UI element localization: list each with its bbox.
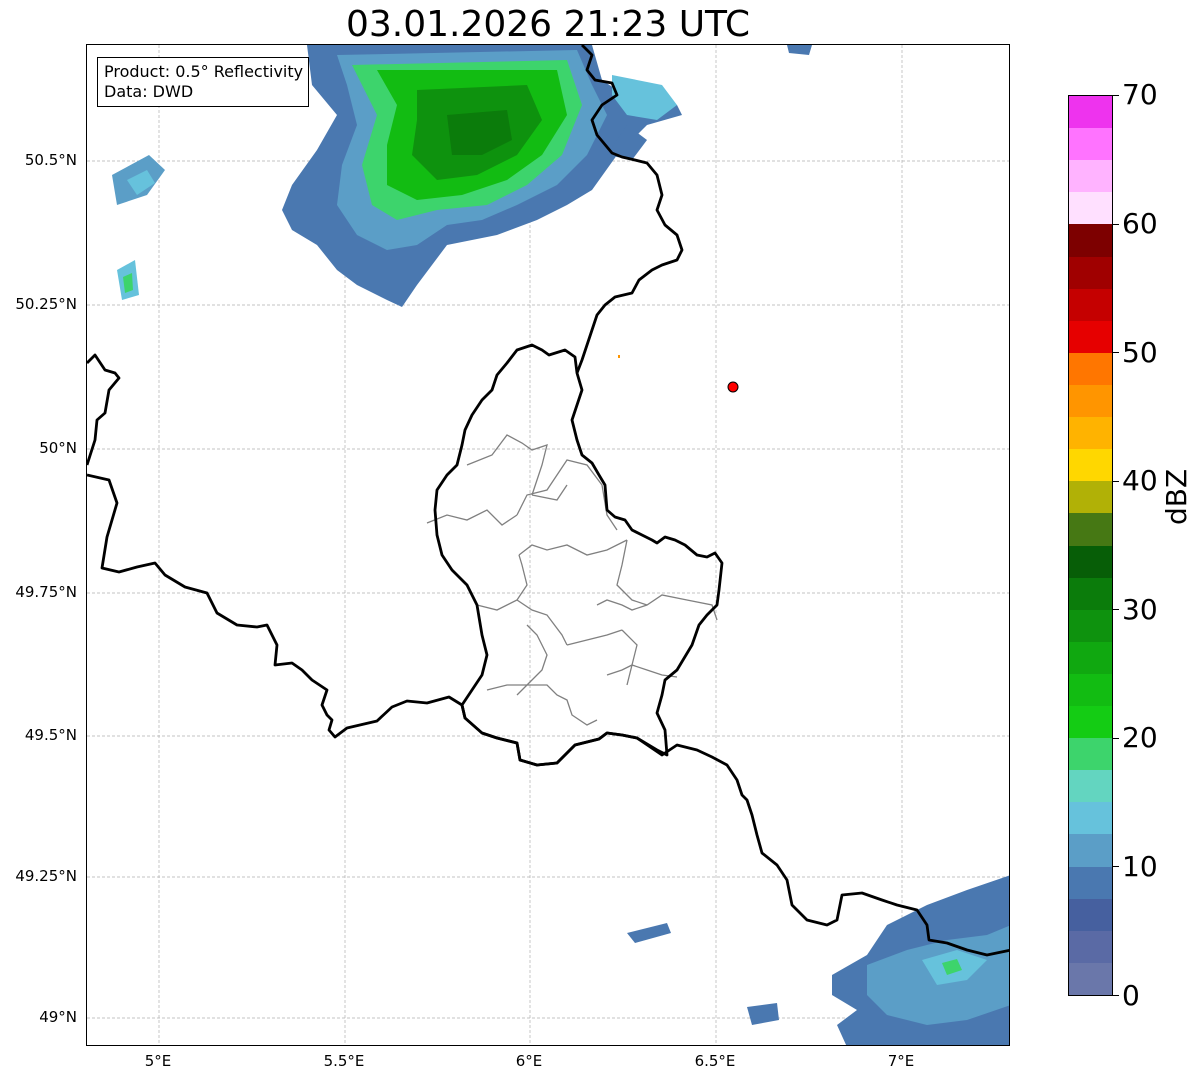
colorbar-tick-40: 40 bbox=[1122, 464, 1158, 497]
colorbar-tickmark bbox=[1113, 352, 1119, 353]
colorbar bbox=[1068, 95, 1113, 996]
colorbar-segment bbox=[1069, 288, 1112, 321]
colorbar-tick-70: 70 bbox=[1122, 78, 1158, 111]
colorbar-tick-30: 30 bbox=[1122, 593, 1158, 626]
canton-borders bbox=[426, 434, 718, 726]
colorbar-segment bbox=[1069, 705, 1112, 739]
lat-label-49-5: 49.5°N bbox=[24, 726, 77, 744]
product-info-box: Product: 0.5° Reflectivity Data: DWD bbox=[97, 57, 310, 107]
colorbar-tickmark bbox=[1113, 866, 1119, 867]
colorbar-tick-50: 50 bbox=[1122, 336, 1158, 369]
radar-map[interactable] bbox=[86, 44, 1010, 1046]
colorbar-segment bbox=[1069, 866, 1112, 899]
colorbar-segment bbox=[1069, 609, 1112, 642]
colorbar-tick-0: 0 bbox=[1122, 979, 1140, 1012]
colorbar-segment bbox=[1069, 833, 1112, 867]
colorbar-segment bbox=[1069, 577, 1112, 610]
lat-label-50-5: 50.5°N bbox=[24, 151, 77, 169]
lon-label-6: 6°E bbox=[515, 1052, 543, 1070]
lon-label-7: 7°E bbox=[887, 1052, 915, 1070]
lon-label-5-5: 5.5°E bbox=[323, 1052, 365, 1070]
colorbar-tickmark bbox=[1113, 224, 1119, 225]
colorbar-segment bbox=[1069, 641, 1112, 674]
colorbar-segment bbox=[1069, 769, 1112, 803]
colorbar-segment bbox=[1069, 480, 1112, 514]
colorbar-tick-60: 60 bbox=[1122, 207, 1158, 240]
colorbar-tickmark bbox=[1113, 738, 1119, 739]
colorbar-tickmark bbox=[1113, 481, 1119, 482]
colorbar-segment bbox=[1069, 191, 1112, 225]
lon-label-5: 5°E bbox=[144, 1052, 172, 1070]
colorbar-segment bbox=[1069, 962, 1112, 995]
colorbar-segment bbox=[1069, 352, 1112, 385]
colorbar-segment bbox=[1069, 512, 1112, 546]
colorbar-tickmark bbox=[1113, 95, 1119, 96]
colorbar-tick-10: 10 bbox=[1122, 850, 1158, 883]
colorbar-tickmark bbox=[1113, 609, 1119, 610]
colorbar-tickmark bbox=[1113, 995, 1119, 996]
colorbar-unit-label: dBZ bbox=[1160, 468, 1193, 525]
colorbar-segment bbox=[1069, 127, 1112, 161]
colorbar-segment bbox=[1069, 801, 1112, 835]
colorbar-segment bbox=[1069, 256, 1112, 289]
data-source-label: Data: DWD bbox=[104, 82, 194, 101]
colorbar-segment bbox=[1069, 320, 1112, 353]
colorbar-segment bbox=[1069, 930, 1112, 963]
radar-site-marker bbox=[727, 381, 739, 393]
colorbar-segment bbox=[1069, 416, 1112, 450]
lat-label-50: 50°N bbox=[39, 439, 77, 457]
colorbar-segment bbox=[1069, 545, 1112, 578]
lat-label-50-25: 50.25°N bbox=[15, 295, 77, 313]
colorbar-segment bbox=[1069, 673, 1112, 707]
colorbar-segment bbox=[1069, 737, 1112, 771]
colorbar-segment bbox=[1069, 898, 1112, 931]
colorbar-segment bbox=[1069, 159, 1112, 193]
colorbar-segment bbox=[1069, 223, 1112, 257]
colorbar-segment bbox=[1069, 384, 1112, 418]
map-title: 03.01.2026 21:23 UTC bbox=[345, 4, 751, 45]
colorbar-segment bbox=[1069, 448, 1112, 482]
lat-label-49-75: 49.75°N bbox=[15, 583, 77, 601]
radar-map-canvas bbox=[87, 45, 1009, 1045]
reflectivity-echoes bbox=[112, 45, 1009, 1045]
product-label: Product: 0.5° Reflectivity bbox=[104, 62, 304, 81]
lat-label-49-25: 49.25°N bbox=[15, 867, 77, 885]
lat-label-49: 49°N bbox=[39, 1008, 77, 1026]
lon-label-6-5: 6.5°E bbox=[694, 1052, 736, 1070]
colorbar-tick-20: 20 bbox=[1122, 721, 1158, 754]
colorbar-segment bbox=[1069, 95, 1112, 129]
